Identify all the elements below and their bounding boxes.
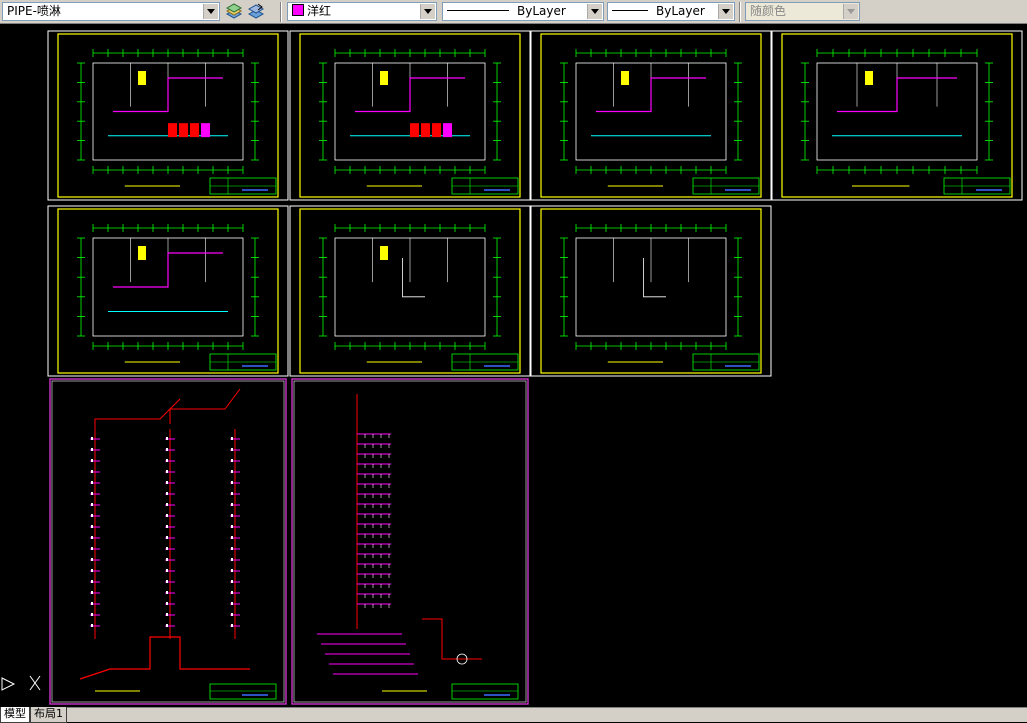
chevron-down-icon[interactable] bbox=[718, 4, 733, 19]
toolbar-separator bbox=[280, 2, 282, 22]
tab-model[interactable]: 模型 bbox=[0, 707, 30, 723]
lineweight-name: ByLayer bbox=[656, 4, 705, 18]
chevron-down-icon[interactable] bbox=[843, 4, 858, 19]
layer-name: PIPE-喷淋 bbox=[7, 4, 61, 18]
layer-manager-icon[interactable] bbox=[224, 2, 244, 21]
color-dropdown[interactable]: 洋红 bbox=[287, 2, 437, 21]
floor-plan-sheet[interactable] bbox=[771, 30, 1023, 201]
floor-plan-sheet[interactable] bbox=[530, 30, 772, 201]
floor-plan-sheet[interactable] bbox=[289, 30, 531, 201]
floor-plan-sheet[interactable] bbox=[47, 205, 289, 377]
line-sample bbox=[447, 10, 509, 11]
floor-plan-sheet[interactable] bbox=[289, 205, 531, 377]
linetype-dropdown[interactable]: ByLayer bbox=[442, 2, 604, 21]
plot-style-name: 随颜色 bbox=[750, 4, 787, 18]
layout-tabs: 模型 布局1 bbox=[0, 707, 1027, 723]
color-swatch bbox=[292, 4, 304, 16]
ucs-icon bbox=[1, 675, 41, 691]
layer-previous-icon[interactable] bbox=[246, 2, 266, 21]
properties-toolbar: PIPE-喷淋 洋红 ByLayer ByLayer 随颜色 bbox=[0, 0, 1027, 24]
plot-style-dropdown[interactable]: 随颜色 bbox=[745, 2, 860, 21]
chevron-down-icon[interactable] bbox=[420, 4, 435, 19]
linetype-name: ByLayer bbox=[517, 4, 566, 18]
layer-dropdown[interactable]: PIPE-喷淋 bbox=[2, 2, 220, 21]
floor-plan-sheet[interactable] bbox=[530, 205, 772, 377]
system-diagram-sheet[interactable] bbox=[291, 378, 529, 705]
line-sample bbox=[612, 10, 648, 11]
chevron-down-icon[interactable] bbox=[587, 4, 602, 19]
tab-layout1[interactable]: 布局1 bbox=[30, 707, 67, 723]
color-name: 洋红 bbox=[307, 4, 332, 18]
chevron-down-icon[interactable] bbox=[203, 4, 218, 19]
drawing-canvas[interactable] bbox=[0, 24, 1027, 708]
floor-plan-sheet[interactable] bbox=[47, 30, 289, 201]
toolbar-separator bbox=[739, 2, 741, 22]
lineweight-dropdown[interactable]: ByLayer bbox=[607, 2, 735, 21]
system-diagram-sheet[interactable] bbox=[49, 378, 287, 705]
